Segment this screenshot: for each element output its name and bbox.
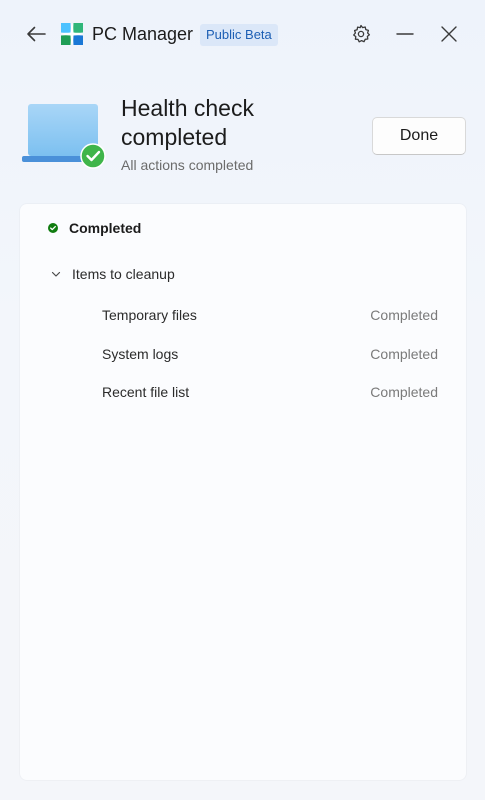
done-button[interactable]: Done — [372, 117, 466, 155]
item-status: Completed — [370, 384, 438, 400]
settings-button[interactable] — [347, 20, 375, 48]
minimize-icon — [396, 33, 414, 35]
status-row: Completed — [48, 218, 141, 238]
check-circle-icon — [48, 223, 58, 233]
list-item: Recent file list Completed — [102, 381, 438, 403]
title-bar: PC Manager Public Beta — [0, 0, 485, 68]
item-name: System logs — [102, 346, 179, 362]
list-item: System logs Completed — [102, 343, 438, 365]
item-name: Recent file list — [102, 384, 190, 400]
minimize-button[interactable] — [391, 20, 419, 48]
back-button[interactable] — [22, 20, 50, 48]
laptop-check-illustration — [22, 104, 106, 169]
group-label: Items to cleanup — [72, 266, 175, 282]
close-icon — [441, 26, 457, 42]
page-title: Health check completed — [121, 95, 254, 150]
app-title: PC Manager — [92, 24, 194, 44]
gear-icon — [353, 24, 371, 43]
item-status: Completed — [370, 346, 438, 362]
list-item: Temporary files Completed — [102, 304, 438, 326]
page-subtitle: All actions completed — [121, 157, 254, 173]
close-button[interactable] — [435, 20, 463, 48]
back-arrow-icon — [27, 26, 46, 42]
item-status: Completed — [370, 307, 438, 323]
results-card: Completed Items to cleanup Temporary fil… — [20, 204, 466, 780]
public-beta-badge: Public Beta — [200, 24, 278, 46]
pc-manager-logo-icon — [61, 23, 83, 45]
chevron-down-icon — [51, 271, 61, 277]
status-label: Completed — [69, 220, 142, 236]
items-to-cleanup-toggle[interactable]: Items to cleanup — [50, 264, 175, 284]
item-name: Temporary files — [102, 307, 197, 323]
